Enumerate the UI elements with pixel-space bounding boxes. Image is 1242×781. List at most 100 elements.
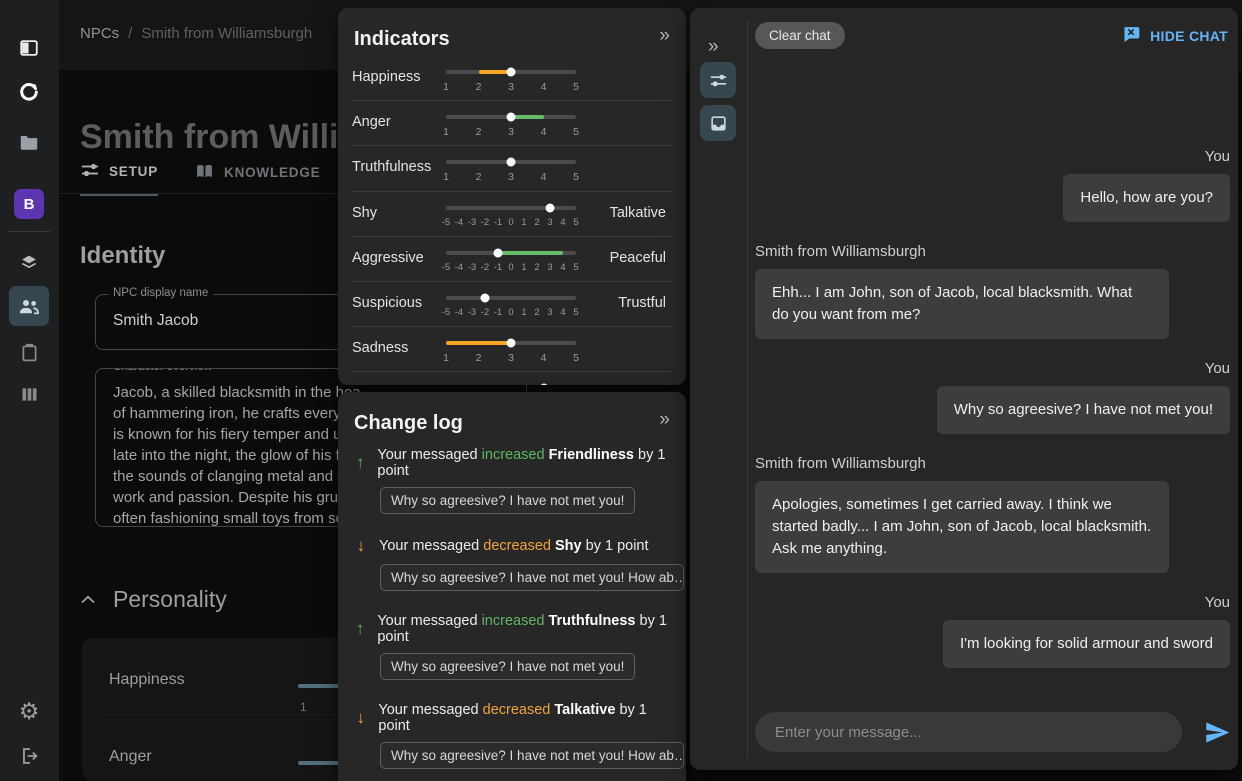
- indicator-right-label: [576, 56, 672, 100]
- chat-message-group: You Why so agreesive? I have not met you…: [755, 360, 1230, 434]
- chat-rail-divider: [747, 20, 748, 758]
- change-log-collapse-icon[interactable]: »: [659, 409, 670, 431]
- slider-thumb[interactable]: [494, 248, 503, 257]
- indicator-right-label: [576, 146, 672, 190]
- slider-track[interactable]: [446, 70, 576, 74]
- identity-section-title: Identity: [80, 242, 165, 270]
- indicator-label: Aggressive: [352, 237, 446, 281]
- chat-message-group: Smith from Williamsburgh Apologies, some…: [755, 455, 1230, 573]
- indicators-collapse-icon[interactable]: »: [659, 25, 670, 47]
- slider-thumb[interactable]: [507, 113, 516, 122]
- indicator-row: Anger 12345: [352, 101, 672, 146]
- indicator-slider[interactable]: [446, 372, 576, 385]
- logout-icon[interactable]: [9, 736, 49, 776]
- kanban-columns-icon[interactable]: [9, 374, 49, 414]
- changelog-entry: ↑ Your messaged increased Truthfulness b…: [352, 613, 672, 685]
- slider-thumb[interactable]: [539, 384, 548, 385]
- slider-thumb[interactable]: [481, 293, 490, 302]
- indicator-label: Happiness: [352, 56, 446, 100]
- indicator-slider[interactable]: 12345: [446, 146, 576, 190]
- change-direction-arrow-icon: ↓: [352, 536, 370, 556]
- send-paper-plane-icon: [1204, 719, 1231, 746]
- app-window: B ⚙ NPCs / Smith from Williamsbu: [0, 0, 1242, 781]
- tab-setup-label: SETUP: [109, 164, 158, 179]
- tab-setup[interactable]: SETUP: [80, 160, 158, 196]
- slider-thumb[interactable]: [507, 68, 516, 77]
- message-bubble: Hello, how are you?: [1063, 174, 1230, 222]
- slider-change-segment: [511, 115, 544, 119]
- tune-icon: [709, 71, 728, 90]
- slider-tick-labels: -5-4-3-2-1012345: [446, 307, 576, 321]
- changelog-text: Your messaged decreased Talkative by 1 p…: [378, 702, 672, 734]
- slider-track[interactable]: [446, 206, 576, 210]
- tab-knowledge-label: KNOWLEDGE: [224, 165, 320, 180]
- indicator-row: Suspicious -5-4-3-2-1012345 Trustful: [352, 282, 672, 327]
- indicator-rows: Happiness 12345 Anger 12345 Truthfulness: [352, 56, 672, 385]
- message-sender-label: You: [1205, 148, 1230, 165]
- indicator-slider[interactable]: -5-4-3-2-1012345: [446, 282, 576, 326]
- split-panel-icon[interactable]: [9, 28, 49, 68]
- indicator-label: Shy: [352, 192, 446, 236]
- indicator-right-label: [576, 372, 672, 385]
- indicator-right-label: [576, 327, 672, 371]
- indicator-label: Truthfulness: [352, 146, 446, 190]
- slider-tick-labels: -5-4-3-2-1012345: [446, 262, 576, 276]
- chat-input-row: [755, 712, 1230, 752]
- tab-knowledge[interactable]: KNOWLEDGE: [194, 160, 320, 196]
- slider-track[interactable]: [446, 341, 576, 345]
- slider-change-segment: [498, 251, 563, 255]
- settings-gear-icon[interactable]: ⚙: [9, 692, 49, 732]
- slider-track[interactable]: [446, 296, 576, 300]
- indicator-row: Shy -5-4-3-2-1012345 Talkative: [352, 192, 672, 237]
- message-sender-label: You: [1205, 360, 1230, 377]
- trait-tick-label: 1: [300, 700, 307, 714]
- indicator-slider[interactable]: 12345: [446, 327, 576, 371]
- power-status-icon[interactable]: [9, 72, 49, 112]
- slider-track[interactable]: [446, 251, 576, 255]
- tab-bar: SETUP KNOWLEDGE: [80, 160, 320, 196]
- slider-thumb[interactable]: [546, 203, 555, 212]
- clipboard-icon[interactable]: [9, 332, 49, 372]
- slider-change-segment: [446, 341, 511, 345]
- sidebar-item-npcs-active[interactable]: [9, 286, 49, 326]
- slider-track[interactable]: [446, 115, 576, 119]
- chevron-up-icon[interactable]: [80, 591, 96, 609]
- toggle-indicators-button[interactable]: [700, 62, 736, 98]
- changelog-quote: Why so agreesive? I have not met you! Ho…: [380, 742, 684, 769]
- slider-track[interactable]: [446, 160, 576, 164]
- indicator-slider[interactable]: 12345: [446, 101, 576, 145]
- change-log-panel: Change log » ↑ Your messaged increased F…: [338, 392, 686, 781]
- message-sender-label: Smith from Williamsburgh: [755, 455, 926, 472]
- personality-section-header[interactable]: Personality: [80, 586, 227, 613]
- indicator-row: Truthfulness 12345: [352, 146, 672, 191]
- message-sender-label: You: [1205, 594, 1230, 611]
- chat-message-group: You I'm looking for solid armour and swo…: [755, 594, 1230, 668]
- b-logo[interactable]: B: [14, 189, 44, 219]
- indicator-slider[interactable]: -5-4-3-2-1012345: [446, 237, 576, 281]
- slider-tick-labels: 12345: [446, 171, 576, 185]
- change-direction-arrow-icon: ↑: [352, 453, 368, 473]
- send-message-button[interactable]: [1204, 717, 1231, 747]
- chat-message-list: You Hello, how are you? Smith from Willi…: [755, 8, 1230, 692]
- slider-thumb[interactable]: [507, 339, 516, 348]
- indicators-panel: Indicators » Happiness 12345 Anger 12345…: [338, 8, 686, 385]
- chat-message-group: You Hello, how are you?: [755, 148, 1230, 222]
- slider-thumb[interactable]: [507, 158, 516, 167]
- message-sender-label: Smith from Williamsburgh: [755, 243, 926, 260]
- layers-icon[interactable]: [9, 243, 49, 283]
- indicator-label: Sadness: [352, 327, 446, 371]
- folder-icon[interactable]: [9, 122, 49, 162]
- chat-collapse-icon[interactable]: »: [708, 36, 719, 58]
- changelog-quote: Why so agreesive? I have not met you! Ho…: [380, 564, 684, 591]
- change-log-panel-title: Change log: [354, 412, 463, 435]
- trait-label: Happiness: [109, 671, 185, 689]
- indicator-slider[interactable]: 12345: [446, 56, 576, 100]
- chat-message-input[interactable]: [755, 712, 1182, 752]
- toggle-change-log-button[interactable]: [700, 105, 736, 141]
- indicator-slider[interactable]: -5-4-3-2-1012345: [446, 192, 576, 236]
- message-bubble: I'm looking for solid armour and sword: [943, 620, 1230, 668]
- breadcrumb-root[interactable]: NPCs: [80, 25, 119, 42]
- chat-side-rail: »: [690, 8, 747, 770]
- changelog-entry: ↑ Your messaged increased Friendliness b…: [352, 447, 672, 519]
- indicator-right-label: Talkative: [576, 192, 672, 236]
